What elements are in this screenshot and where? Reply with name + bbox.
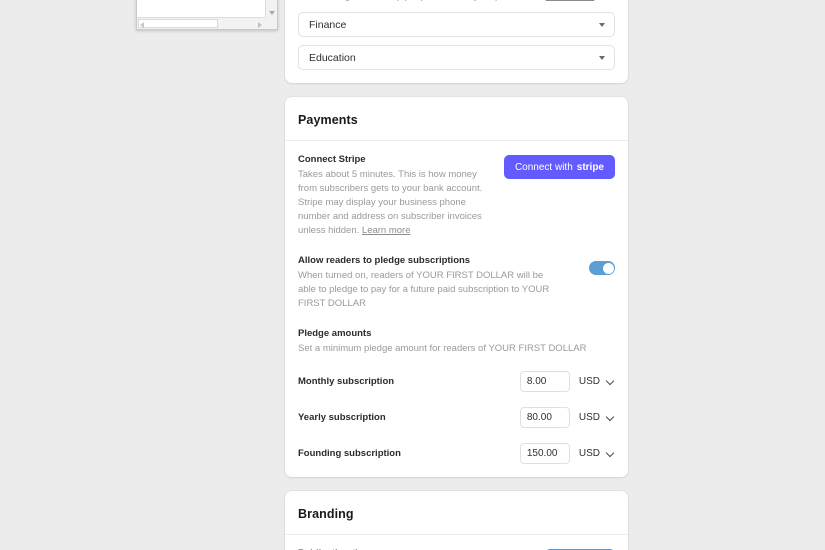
categories-description-text: Select categories to help people discove…: [298, 0, 543, 2]
pledge-row-founding-control: USD: [519, 443, 615, 464]
stripe-brand-label: stripe: [576, 161, 604, 173]
field-categories: Categories Select categories to help peo…: [298, 0, 615, 70]
chevron-left-icon[interactable]: [140, 22, 144, 28]
card-branding: Branding Publication theme Set color, la…: [285, 491, 628, 550]
floating-mini-window: Summary Details: [136, 0, 278, 30]
categories-description: Select categories to help people discove…: [298, 0, 615, 4]
connect-stripe-label: Connect Stripe: [298, 154, 366, 165]
app-root: Summary Details Language Select a def: [0, 0, 825, 550]
field-pledge-amounts: Pledge amounts Set a minimum pledge amou…: [298, 328, 615, 464]
pledge-row-yearly: Yearly subscription USD: [298, 407, 615, 428]
categories-learn-more-link[interactable]: Learn more: [546, 0, 595, 2]
card-general-body: Language Select a default language for y…: [285, 0, 628, 83]
pledge-amounts-label: Pledge amounts: [298, 328, 372, 339]
connect-stripe-control: Connect with stripe: [503, 154, 615, 179]
pledge-row-founding: Founding subscription USD: [298, 443, 615, 464]
toggle-knob: [602, 262, 614, 274]
pledge-row-monthly-control: USD: [519, 371, 615, 392]
chevron-down-icon: [605, 412, 615, 421]
branding-header: Branding: [285, 491, 628, 535]
chevron-down-icon: [599, 22, 605, 27]
scrollbar-corner: [265, 17, 277, 29]
chevron-down-icon[interactable]: [269, 11, 275, 15]
yearly-currency-select[interactable]: USD: [575, 407, 615, 428]
category-select-secondary-value: Education: [309, 51, 356, 64]
founding-currency-select[interactable]: USD: [575, 443, 615, 464]
category-select-primary[interactable]: Finance: [298, 12, 615, 37]
yearly-amount-input[interactable]: [519, 407, 570, 428]
chevron-right-icon[interactable]: [258, 22, 262, 28]
branding-title: Branding: [298, 507, 354, 521]
founding-amount-input[interactable]: [519, 443, 570, 464]
category-select-primary-value: Finance: [309, 18, 347, 31]
yearly-currency-value: USD: [578, 412, 600, 423]
allow-pledges-toggle[interactable]: [589, 261, 615, 275]
card-payments: Payments Connect Stripe Takes about 5 mi…: [285, 97, 628, 477]
payments-header: Payments: [285, 97, 628, 141]
monthly-currency-value: USD: [578, 376, 600, 387]
category-select-secondary[interactable]: Education: [298, 45, 615, 70]
chevron-down-icon: [599, 55, 605, 60]
connect-stripe-description: Takes about 5 minutes. This is how money…: [298, 168, 492, 238]
field-allow-pledges: Allow readers to pledge subscriptions Wh…: [298, 255, 615, 311]
allow-pledges-label: Allow readers to pledge subscriptions: [298, 255, 471, 266]
pledge-row-yearly-control: USD: [519, 407, 615, 428]
branding-body: Publication theme Set color, layout, and…: [285, 535, 628, 550]
connect-stripe-learn-more-link[interactable]: Learn more: [362, 225, 411, 236]
pledge-row-monthly: Monthly subscription USD: [298, 371, 615, 392]
payments-body: Connect Stripe Takes about 5 minutes. Th…: [285, 141, 628, 477]
connect-stripe-row: Connect Stripe Takes about 5 minutes. Th…: [298, 154, 615, 238]
allow-pledges-control: [589, 255, 615, 275]
pledge-amounts-description: Set a minimum pledge amount for readers …: [298, 343, 587, 354]
pledge-row-founding-label: Founding subscription: [298, 448, 401, 459]
field-connect-stripe: Connect Stripe Takes about 5 minutes. Th…: [298, 154, 615, 238]
connect-stripe-text: Connect Stripe Takes about 5 minutes. Th…: [298, 154, 492, 238]
card-general: Language Select a default language for y…: [285, 0, 628, 83]
founding-currency-value: USD: [578, 448, 600, 459]
allow-pledges-description: When turned on, readers of YOUR FIRST DO…: [298, 270, 550, 309]
allow-pledges-row: Allow readers to pledge subscriptions Wh…: [298, 255, 615, 311]
mini-window-list: Summary Details: [137, 0, 265, 17]
pledge-row-monthly-label: Monthly subscription: [298, 376, 395, 387]
settings-column: Language Select a default language for y…: [285, 0, 628, 550]
monthly-amount-input[interactable]: [519, 371, 570, 392]
payments-title: Payments: [298, 113, 358, 127]
chevron-down-icon: [605, 376, 615, 385]
allow-pledges-text: Allow readers to pledge subscriptions Wh…: [298, 255, 577, 311]
connect-with-stripe-button[interactable]: Connect with stripe: [503, 155, 615, 179]
monthly-currency-select[interactable]: USD: [575, 371, 615, 392]
pledge-row-yearly-label: Yearly subscription: [298, 412, 386, 423]
vertical-scrollbar[interactable]: [265, 0, 277, 17]
connect-with-stripe-button-prefix: Connect with: [514, 161, 573, 173]
horizontal-scrollbar-thumb[interactable]: [138, 19, 218, 28]
chevron-down-icon: [605, 448, 615, 457]
horizontal-scrollbar[interactable]: [137, 17, 265, 29]
